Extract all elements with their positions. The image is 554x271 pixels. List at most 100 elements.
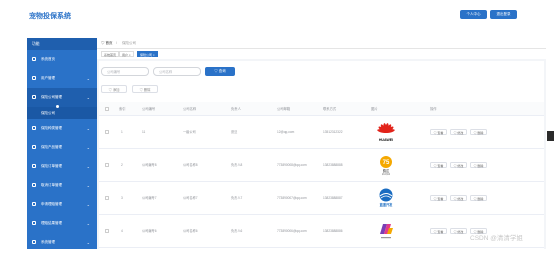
cell-manager: 负责人8	[231, 163, 243, 167]
company-logo: 75 韵达 韵达快递	[375, 154, 397, 176]
chevron-down-icon: ⌄	[86, 259, 90, 264]
grid-icon	[32, 95, 36, 99]
grid-icon	[32, 164, 36, 168]
cell-manager: 负责人6	[231, 229, 243, 233]
chevron-down-icon: ⌄	[86, 145, 90, 150]
column-header: 图片	[371, 107, 378, 111]
sidebar-item[interactable]: 申请理赔管理 ⌄	[27, 195, 97, 214]
grid-icon	[32, 202, 36, 206]
cell-phone: 13823888888	[323, 163, 343, 167]
svg-text:蓝道开发: 蓝道开发	[380, 202, 394, 207]
column-header: 联系方式	[323, 107, 337, 111]
company-logo: HUAWEI	[375, 121, 397, 143]
sidebar-subitem[interactable]: 保险公司	[27, 105, 97, 119]
sidebar-item[interactable]: 个人资料 ⌄	[27, 252, 97, 271]
delete-button[interactable]: ♡ 删除	[470, 129, 487, 135]
grid-icon	[32, 145, 36, 149]
table-row: 2 公司编号8 公司名称8 负责人8 773890008@qq.com 138238888…	[99, 149, 544, 182]
cell-company-no: 公司编号7	[142, 196, 157, 200]
sidebar-item[interactable]: 保险产品管理 ⌄	[27, 138, 97, 157]
table-row: 3 公司编号7 公司名称7 负责人7 773890007@qq.com 138238888…	[99, 182, 544, 215]
flag-icon	[32, 126, 36, 130]
column-header: 负责人	[231, 107, 241, 111]
edit-button[interactable]: ♡ 修改	[450, 129, 467, 135]
cell-email: 773890006@qq.com	[277, 229, 307, 233]
sidebar-item[interactable]: 取消订单管理 ⌄	[27, 176, 97, 195]
cell-index: 2	[121, 163, 123, 167]
cell-email: 773890008@qq.com	[277, 163, 307, 167]
select-all-checkbox[interactable]	[105, 107, 109, 111]
top-bar: 宠物投保系统 个人中心 退出登录	[0, 0, 554, 31]
logout-button[interactable]: 退出登录	[490, 10, 517, 19]
sidebar-item-label: 系统管理	[41, 240, 55, 244]
company-no-input[interactable]: 公司编号	[101, 67, 149, 76]
chevron-down-icon: ⌄	[86, 183, 90, 188]
content-card: 公司编号 公司名称 ♡ 查询 ♡ 添加 ♡ 删除 索引 公司编号 公司名称 负责…	[99, 61, 544, 249]
cell-manager: 负责人7	[231, 196, 243, 200]
tab-home[interactable]: 系统首页	[101, 51, 120, 57]
row-checkbox[interactable]	[105, 163, 109, 167]
cell-email: 773890007@qq.com	[277, 196, 307, 200]
home-icon	[32, 57, 36, 61]
scrollbar-thumb[interactable]	[547, 131, 554, 141]
sidebar-item-label: 系统首页	[41, 57, 55, 61]
row-checkbox[interactable]	[105, 196, 109, 200]
chevron-down-icon: ⌄	[86, 95, 90, 100]
app-title: 宠物投保系统	[29, 13, 71, 20]
edit-button[interactable]: ♡ 修改	[450, 195, 467, 201]
sidebar-item-label: 保险公司管理	[41, 95, 62, 99]
sidebar-item-label: 取消订单管理	[41, 183, 62, 187]
cell-company-no: 11	[142, 130, 146, 134]
sidebar-item[interactable]: 系统首页	[27, 50, 97, 69]
cell-company-no: 公司编号6	[142, 229, 157, 233]
row-checkbox[interactable]	[105, 229, 109, 233]
user-center-button[interactable]: 个人中心	[460, 10, 487, 19]
edit-button[interactable]: ♡ 修改	[450, 228, 467, 234]
sidebar-item-label: 用户管理	[41, 76, 55, 80]
breadcrumb-home[interactable]: ♡ 首页	[101, 41, 112, 46]
tab-bar: 系统首页 用户 × 保险公司 ×	[97, 49, 546, 59]
chevron-down-icon: ⌄	[86, 202, 90, 207]
view-button[interactable]: ♡ 查看	[430, 162, 447, 168]
person-icon	[32, 259, 36, 263]
cell-phone: 13823888886	[323, 229, 343, 233]
sidebar: 功能 系统首页 用户管理 ⌄ 保险公司管理 ⌄ 保险公司 保险种类管理 ⌄ 保险产品管理 ⌄ 保险订…	[27, 38, 97, 264]
query-button[interactable]: ♡ 查询	[205, 67, 235, 76]
view-button[interactable]: ♡ 查看	[430, 129, 447, 135]
sidebar-subitem-label: 保险公司	[41, 111, 55, 115]
delete-button[interactable]: ♡ 删除	[470, 195, 487, 201]
row-checkbox[interactable]	[105, 130, 109, 134]
sidebar-item[interactable]: 保险种类管理 ⌄	[27, 119, 97, 138]
add-button[interactable]: ♡ 添加	[101, 85, 127, 93]
delete-button[interactable]: ♡ 删除	[470, 162, 487, 168]
cell-phone: 13823888887	[323, 196, 343, 200]
chevron-down-icon: ⌄	[86, 164, 90, 169]
breadcrumb: ♡ 首页 / 保险公司	[97, 38, 546, 49]
cell-company-no: 公司编号8	[142, 163, 157, 167]
user-icon	[32, 76, 36, 80]
table-header: 索引 公司编号 公司名称 负责人 公司邮箱 联系方式 图片 操作	[99, 102, 544, 116]
grid-icon	[32, 183, 36, 187]
view-button[interactable]: ♡ 查看	[430, 195, 447, 201]
company-name-input[interactable]: 公司名称	[153, 67, 201, 76]
cell-phone: 13512312322	[323, 130, 343, 134]
company-logo	[375, 220, 397, 242]
sidebar-item[interactable]: 保险公司管理 ⌄	[27, 88, 97, 107]
tab-users[interactable]: 用户 ×	[119, 51, 134, 57]
cell-company-name: 公司名称8	[183, 163, 198, 167]
sidebar-item-label: 保险种类管理	[41, 126, 62, 130]
breadcrumb-separator: /	[116, 41, 117, 45]
sidebar-item[interactable]: 保险订单管理 ⌄	[27, 157, 97, 176]
tab-insurance-company[interactable]: 保险公司 ×	[137, 51, 158, 57]
sidebar-item[interactable]: 系统管理 ⌄	[27, 233, 97, 252]
column-header: 操作	[430, 107, 437, 111]
view-button[interactable]: ♡ 查看	[430, 228, 447, 234]
cell-email: 12@qq.com	[277, 130, 295, 134]
sidebar-head: 功能	[27, 38, 97, 50]
sidebar-item[interactable]: 理赔结果管理 ⌄	[27, 214, 97, 233]
sidebar-item[interactable]: 用户管理 ⌄	[27, 69, 97, 88]
edit-button[interactable]: ♡ 修改	[450, 162, 467, 168]
batch-delete-button[interactable]: ♡ 删除	[132, 85, 158, 93]
company-logo: 蓝道开发	[375, 187, 397, 209]
chevron-down-icon: ⌄	[86, 240, 90, 245]
